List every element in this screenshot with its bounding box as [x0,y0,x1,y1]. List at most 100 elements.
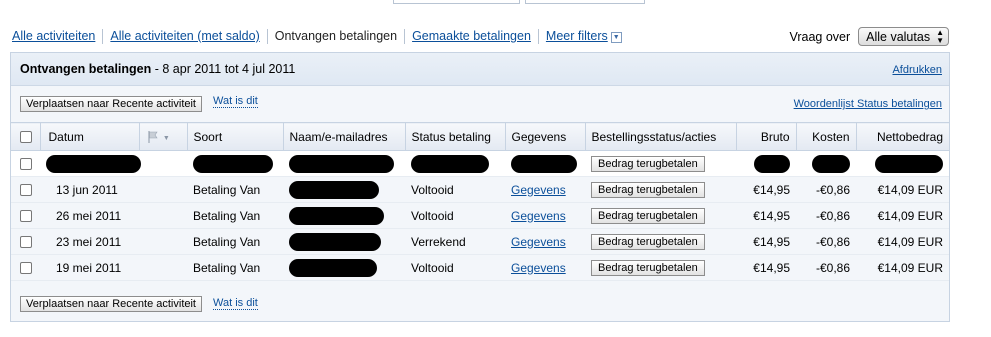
cell-gross: €14,95 [736,254,796,281]
move-to-recent-button-bottom[interactable]: Verplaatsen naar Recente activiteit [20,296,202,312]
redacted-name [289,180,379,199]
select-all-checkbox[interactable] [20,131,32,144]
redacted-type [193,154,273,173]
details-link[interactable]: Gegevens [511,235,566,249]
chevron-down-icon[interactable]: ▼ [610,31,622,43]
cell-status: Voltooid [405,202,505,229]
select-all-header [11,122,41,151]
row-checkbox[interactable] [20,262,32,275]
cell-name [283,228,405,255]
sort-arrow-icon: ▼ [162,135,170,143]
col-date[interactable]: Datum [40,122,140,151]
tab-all-activities[interactable]: Alle activiteiten [12,29,95,43]
cell-date: 26 mei 2011 [40,202,187,229]
move-to-recent-button-top[interactable]: Verplaatsen naar Recente activiteit [20,96,202,112]
row-checkbox[interactable] [20,236,32,249]
col-gross[interactable]: Bruto [736,122,797,151]
cell-details [505,150,585,177]
cell-details: Gegevens [505,202,585,229]
cell-date [40,150,187,177]
received-payments-panel: Ontvangen betalingen - 8 apr 2011 tot 4 … [10,52,950,322]
row-checkbox[interactable] [20,184,32,197]
tab-divider [404,28,406,44]
cell-net: €14,09 EUR [856,254,949,281]
cell-action: Bedrag terugbetalen [585,150,736,177]
cell-status: Voltooid [405,176,505,203]
redacted-name [289,154,394,173]
redacted-date [46,154,141,173]
table-row: Bedrag terugbetalen [11,150,949,177]
cell-net [856,150,949,177]
cell-fee [796,150,856,177]
cell-name [283,150,405,177]
cell-action: Bedrag terugbetalen [585,176,736,203]
tab-received-payments[interactable]: Ontvangen betalingen [275,29,397,43]
row-checkbox[interactable] [20,158,32,171]
cell-net: €14,09 EUR [856,228,949,255]
tab-all-activities-balance[interactable]: Alle activiteiten (met saldo) [110,29,259,43]
redacted-status [411,154,489,173]
tab-divider [266,28,268,44]
refund-button[interactable]: Bedrag terugbetalen [591,181,705,198]
cell-fee: -€0,86 [796,254,856,281]
cell-status [405,150,505,177]
cell-net: €14,09 EUR [856,176,949,203]
tab-sent-payments[interactable]: Gemaakte betalingen [412,29,531,43]
details-link[interactable]: Gegevens [511,183,566,197]
cell-gross: €14,95 [736,202,796,229]
cell-action: Bedrag terugbetalen [585,202,736,229]
table-row: 26 mei 2011 Betaling Van Voltooid Gegeve… [11,202,949,229]
cell-type: Betaling Van [187,176,283,203]
top-field-left[interactable] [393,0,520,4]
activity-tabs: Alle activiteiten Alle activiteiten (met… [12,27,622,45]
table-row: 23 mei 2011 Betaling Van Verrekend Gegev… [11,228,949,255]
col-fee[interactable]: Kosten [796,122,857,151]
cell-fee: -€0,86 [796,176,856,203]
refund-button[interactable]: Bedrag terugbetalen [591,207,705,224]
print-link[interactable]: Afdrukken [892,64,942,76]
tab-divider [537,28,539,44]
details-link[interactable]: Gegevens [511,261,566,275]
redacted-name [289,206,384,225]
cell-date: 13 jun 2011 [40,176,187,203]
cell-type [187,150,283,177]
currency-select[interactable]: Alle valutas ▲ ▼ [858,27,949,46]
cell-name [283,202,405,229]
col-flag[interactable]: ▼ [139,122,188,151]
cell-type: Betaling Van [187,254,283,281]
updown-arrows-icon: ▲ ▼ [936,27,944,45]
panel-header: Ontvangen betalingen - 8 apr 2011 tot 4 … [11,53,949,86]
redacted-net [875,154,943,173]
table-row: 19 mei 2011 Betaling Van Voltooid Gegeve… [11,254,949,281]
panel-title: Ontvangen betalingen - 8 apr 2011 tot 4 … [20,62,295,76]
currency-selected: Alle valutas [866,29,931,44]
details-link[interactable]: Gegevens [511,209,566,223]
panel-title-main: Ontvangen betalingen [20,62,152,76]
redacted-gross [754,154,790,173]
currency-filter: Vraag over Alle valutas ▲ ▼ [789,27,949,46]
payments-table: Datum ▼ Soort Naam/e-mailadres Status be… [11,122,949,281]
col-name-email[interactable]: Naam/e-mailadres [283,122,406,151]
row-checkbox[interactable] [20,210,32,223]
refund-button[interactable]: Bedrag terugbetalen [591,155,705,172]
cell-gross: €14,95 [736,176,796,203]
redacted-details [511,154,577,173]
cell-type: Betaling Van [187,202,283,229]
col-details[interactable]: Gegevens [505,122,586,151]
glossary-status-link[interactable]: Woordenlijst Status betalingen [794,98,942,110]
col-net[interactable]: Nettobedrag [856,122,949,151]
tab-more-filters[interactable]: Meer filters [546,29,608,43]
whats-this-link-bottom[interactable]: Wat is dit [213,297,258,310]
row-select [11,228,40,255]
cell-details: Gegevens [505,176,585,203]
col-order-status[interactable]: Bestellingsstatus/acties [585,122,737,151]
refund-button[interactable]: Bedrag terugbetalen [591,259,705,276]
cell-details: Gegevens [505,228,585,255]
col-type[interactable]: Soort [187,122,284,151]
top-field-right[interactable] [525,0,645,4]
whats-this-link-top[interactable]: Wat is dit [213,95,258,108]
col-payment-status[interactable]: Status betaling [405,122,506,151]
cell-net: €14,09 EUR [856,202,949,229]
redacted-name [289,258,377,277]
refund-button[interactable]: Bedrag terugbetalen [591,233,705,250]
